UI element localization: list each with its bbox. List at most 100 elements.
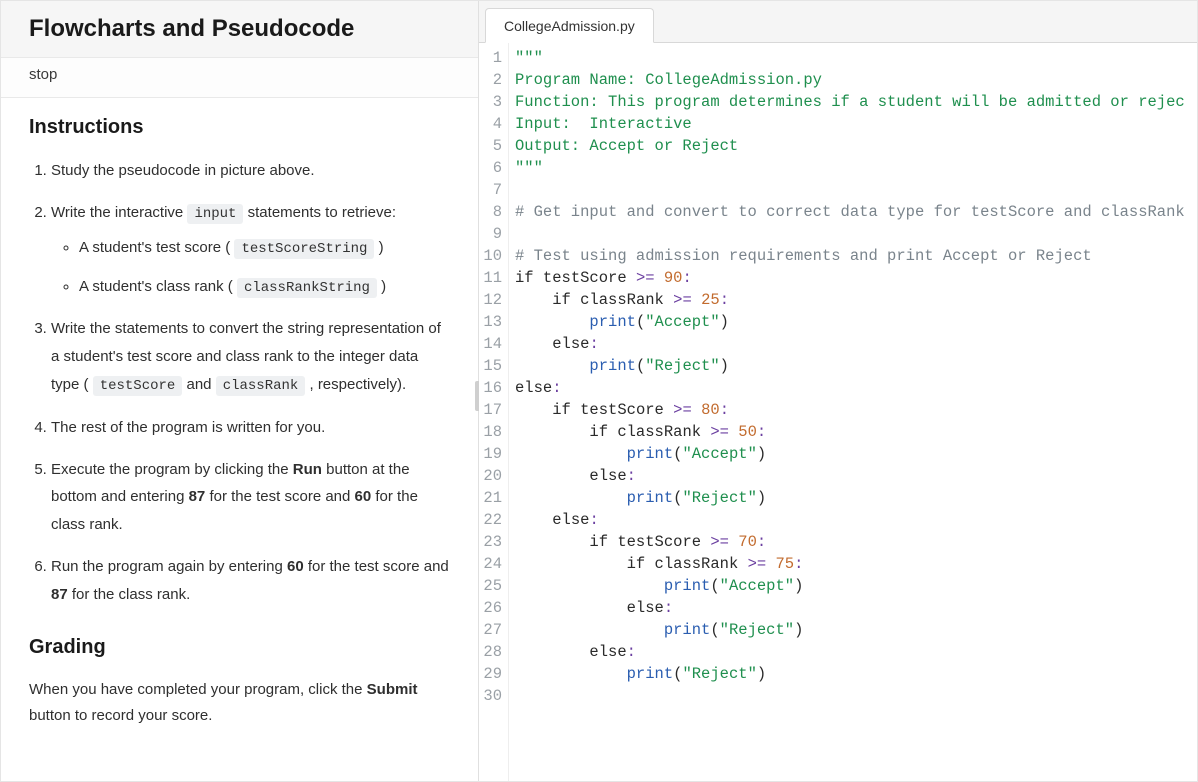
stop-text: stop [1,58,478,98]
instructions-heading: Instructions [29,116,450,139]
code-line[interactable]: else: [515,509,1197,531]
code-line[interactable]: if classRank >= 25: [515,289,1197,311]
line-number: 10 [479,245,502,267]
code-line[interactable]: else: [515,465,1197,487]
editor-tabbar: CollegeAdmission.py [479,1,1197,43]
code-line[interactable]: else: [515,641,1197,663]
line-number: 16 [479,377,502,399]
code-line[interactable]: Program Name: CollegeAdmission.py [515,69,1197,91]
step5-mid2: for the test score and [205,488,354,505]
step5-60-bold: 60 [355,488,372,505]
step3-mid: and [182,376,215,393]
code-line[interactable]: """ [515,157,1197,179]
line-number: 7 [479,179,502,201]
line-number: 24 [479,553,502,575]
step2b-pre: A student's class rank ( [79,278,237,295]
code-line[interactable]: # Get input and convert to correct data … [515,201,1197,223]
step6-87-bold: 87 [51,586,68,603]
step6-60-bold: 60 [287,558,304,575]
instructions-pane: Flowcharts and Pseudocode stop Instructi… [1,1,479,781]
step6-mid: for the test score and [304,558,449,575]
line-number: 21 [479,487,502,509]
code-content[interactable]: """Program Name: CollegeAdmission.pyFunc… [509,43,1197,781]
tab-collegeadmission[interactable]: CollegeAdmission.py [485,8,654,43]
instructions-body[interactable]: Instructions Study the pseudocode in pic… [1,98,478,781]
instruction-step-6: Run the program again by entering 60 for… [51,553,450,609]
code-input: input [187,204,243,224]
step5-87-bold: 87 [189,488,206,505]
step2-text-pre: Write the interactive [51,204,187,221]
editor-pane: CollegeAdmission.py 12345678910111213141… [479,1,1197,781]
line-number: 27 [479,619,502,641]
grading-submit-bold: Submit [367,681,418,698]
line-number: 30 [479,685,502,707]
line-number: 25 [479,575,502,597]
grading-post: button to record your score. [29,707,212,724]
step5-pre: Execute the program by clicking the [51,461,293,478]
code-editor[interactable]: 1234567891011121314151617181920212223242… [479,43,1197,781]
line-number-gutter: 1234567891011121314151617181920212223242… [479,43,509,781]
line-number: 19 [479,443,502,465]
step6-post: for the class rank. [68,586,191,603]
code-line[interactable]: Input: Interactive [515,113,1197,135]
step2-sublist: A student's test score ( testScoreString… [51,234,450,302]
app-root: Flowcharts and Pseudocode stop Instructi… [0,0,1198,782]
step2b-post: ) [377,278,386,295]
code-line[interactable]: Output: Accept or Reject [515,135,1197,157]
line-number: 15 [479,355,502,377]
code-line[interactable]: if testScore >= 70: [515,531,1197,553]
step2a-post: ) [374,239,383,256]
line-number: 23 [479,531,502,553]
step3-post: , respectively). [305,376,406,393]
line-number: 6 [479,157,502,179]
code-line[interactable]: print("Accept") [515,311,1197,333]
code-line[interactable]: print("Accept") [515,575,1197,597]
code-line[interactable]: if testScore >= 80: [515,399,1197,421]
step2-sub-a: A student's test score ( testScoreString… [79,234,450,263]
code-line[interactable] [515,223,1197,245]
grading-paragraph: When you have completed your program, cl… [29,677,450,728]
page-title: Flowcharts and Pseudocode [29,15,450,43]
line-number: 1 [479,47,502,69]
code-line[interactable]: print("Reject") [515,355,1197,377]
line-number: 17 [479,399,502,421]
code-line[interactable] [515,685,1197,707]
code-line[interactable]: if testScore >= 90: [515,267,1197,289]
code-testscore: testScore [93,376,183,396]
grading-pre: When you have completed your program, cl… [29,681,367,698]
code-classrankstring: classRankString [237,278,377,298]
line-number: 9 [479,223,502,245]
code-testscorestring: testScoreString [234,239,374,259]
line-number: 26 [479,597,502,619]
line-number: 28 [479,641,502,663]
line-number: 11 [479,267,502,289]
line-number: 14 [479,333,502,355]
code-line[interactable]: else: [515,333,1197,355]
instruction-step-4: The rest of the program is written for y… [51,414,450,442]
code-line[interactable]: else: [515,377,1197,399]
code-line[interactable]: else: [515,597,1197,619]
code-line[interactable]: print("Reject") [515,487,1197,509]
line-number: 5 [479,135,502,157]
line-number: 20 [479,465,502,487]
code-line[interactable]: print("Reject") [515,619,1197,641]
step6-pre: Run the program again by entering [51,558,287,575]
code-line[interactable]: # Test using admission requirements and … [515,245,1197,267]
line-number: 29 [479,663,502,685]
step2a-pre: A student's test score ( [79,239,234,256]
code-line[interactable]: """ [515,47,1197,69]
step2-sub-b: A student's class rank ( classRankString… [79,273,450,302]
code-line[interactable]: print("Accept") [515,443,1197,465]
code-line[interactable] [515,179,1197,201]
instruction-step-3: Write the statements to convert the stri… [51,315,450,399]
instruction-step-1: Study the pseudocode in picture above. [51,157,450,185]
line-number: 22 [479,509,502,531]
step5-run-bold: Run [293,461,322,478]
code-line[interactable]: if classRank >= 50: [515,421,1197,443]
code-line[interactable]: if classRank >= 75: [515,553,1197,575]
grading-heading: Grading [29,636,450,659]
code-line[interactable]: Function: This program determines if a s… [515,91,1197,113]
code-line[interactable]: print("Reject") [515,663,1197,685]
code-classrank: classRank [216,376,306,396]
line-number: 3 [479,91,502,113]
